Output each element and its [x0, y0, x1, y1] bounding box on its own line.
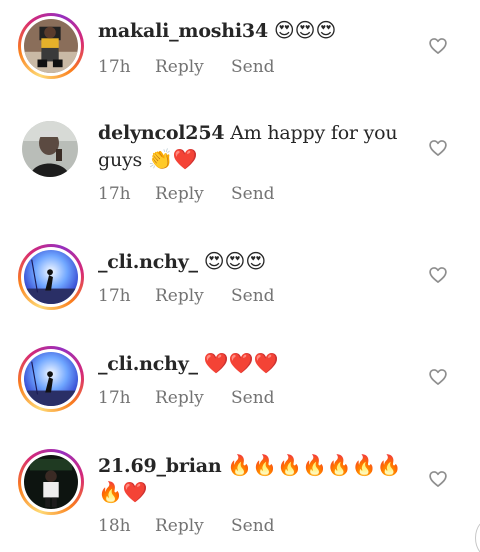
timestamp: 17h	[98, 388, 131, 408]
comment-meta: 18h Reply Send	[98, 516, 275, 536]
comment-text: _cli.nchy_ ❤️❤️❤️	[98, 350, 416, 377]
comment-text: makali_moshi34 😍😍😍	[98, 17, 416, 44]
heart-outline-icon[interactable]	[428, 138, 448, 158]
username[interactable]: makali_moshi34	[98, 20, 268, 42]
heart-outline-icon[interactable]	[428, 367, 448, 387]
send-button[interactable]: Send	[231, 388, 275, 408]
avatar-photo	[24, 250, 78, 304]
comment-emoji: 😍😍😍	[203, 249, 267, 273]
reply-button[interactable]: Reply	[155, 184, 231, 204]
reply-button[interactable]: Reply	[155, 388, 231, 408]
avatar[interactable]	[18, 449, 84, 515]
username[interactable]: delyncol254	[98, 122, 225, 144]
avatar-photo	[24, 455, 78, 509]
comment-emoji-continued: 🔥❤️	[98, 480, 148, 504]
comment-meta: 17h Reply Send	[98, 388, 275, 408]
avatar[interactable]	[18, 13, 84, 79]
comment-meta: 17h Reply Send	[98, 57, 275, 77]
send-button[interactable]: Send	[231, 184, 275, 204]
avatar-photo	[24, 352, 78, 406]
send-button[interactable]: Send	[231, 57, 275, 77]
comment-emoji: ❤️❤️❤️	[203, 351, 279, 375]
reply-button[interactable]: Reply	[155, 286, 231, 306]
comment-emoji: 🔥🔥🔥🔥🔥🔥🔥	[227, 453, 402, 477]
heart-outline-icon[interactable]	[428, 36, 448, 56]
username[interactable]: 21.69_brian	[98, 455, 222, 477]
comment-meta: 17h Reply Send	[98, 286, 275, 306]
avatar-photo	[22, 121, 78, 177]
comment-text: _cli.nchy_ 😍😍😍	[98, 248, 416, 275]
scroll-edge-indicator	[475, 523, 480, 552]
avatar[interactable]	[18, 346, 84, 412]
timestamp: 17h	[98, 57, 131, 77]
comment-meta: 17h Reply Send	[98, 184, 275, 204]
heart-outline-icon[interactable]	[428, 265, 448, 285]
timestamp: 17h	[98, 286, 131, 306]
heart-outline-icon[interactable]	[428, 469, 448, 489]
reply-button[interactable]: Reply	[155, 516, 231, 536]
comment-text: 21.69_brian 🔥🔥🔥🔥🔥🔥🔥 🔥❤️	[98, 452, 416, 506]
avatar[interactable]	[18, 244, 84, 310]
send-button[interactable]: Send	[231, 516, 275, 536]
username[interactable]: _cli.nchy_	[98, 251, 198, 273]
timestamp: 18h	[98, 516, 131, 536]
reply-button[interactable]: Reply	[155, 57, 231, 77]
send-button[interactable]: Send	[231, 286, 275, 306]
timestamp: 17h	[98, 184, 131, 204]
comment-emoji: 😍😍😍	[273, 18, 337, 42]
comment-text: delyncol254 Am happy for you guys 👏❤️	[98, 120, 416, 173]
username[interactable]: _cli.nchy_	[98, 353, 198, 375]
avatar-photo	[24, 19, 78, 73]
avatar[interactable]	[22, 121, 80, 179]
comment-emoji: 👏❤️	[147, 147, 198, 171]
